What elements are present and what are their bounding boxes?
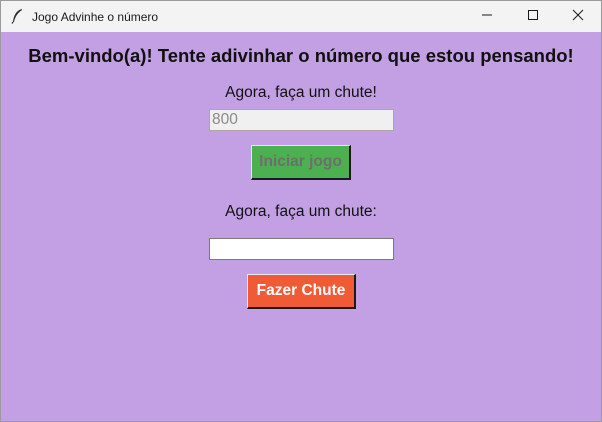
minimize-button[interactable] (464, 1, 510, 32)
app-window: Jogo Advinhe o número Bem-vindo(a)! Tent… (0, 0, 602, 422)
window-title: Jogo Advinhe o número (32, 10, 159, 24)
maximize-button[interactable] (510, 1, 556, 32)
minimize-icon (481, 8, 493, 26)
game-panel: Bem-vindo(a)! Tente adivinhar o número q… (1, 32, 601, 421)
welcome-heading: Bem-vindo(a)! Tente adivinhar o número q… (28, 45, 574, 66)
maximize-icon (527, 8, 539, 26)
make-guess-button[interactable]: Fazer Chute (247, 274, 356, 309)
close-button[interactable] (555, 1, 601, 32)
range-input[interactable] (209, 109, 394, 131)
start-game-button[interactable]: Iniciar jogo (251, 145, 351, 180)
guess-label: Agora, faça um chute: (225, 203, 377, 220)
range-label: Agora, faça um chute! (225, 84, 377, 101)
guess-input[interactable] (209, 238, 394, 260)
feather-icon (10, 8, 24, 24)
close-icon (572, 8, 584, 26)
title-bar[interactable]: Jogo Advinhe o número (1, 1, 601, 32)
